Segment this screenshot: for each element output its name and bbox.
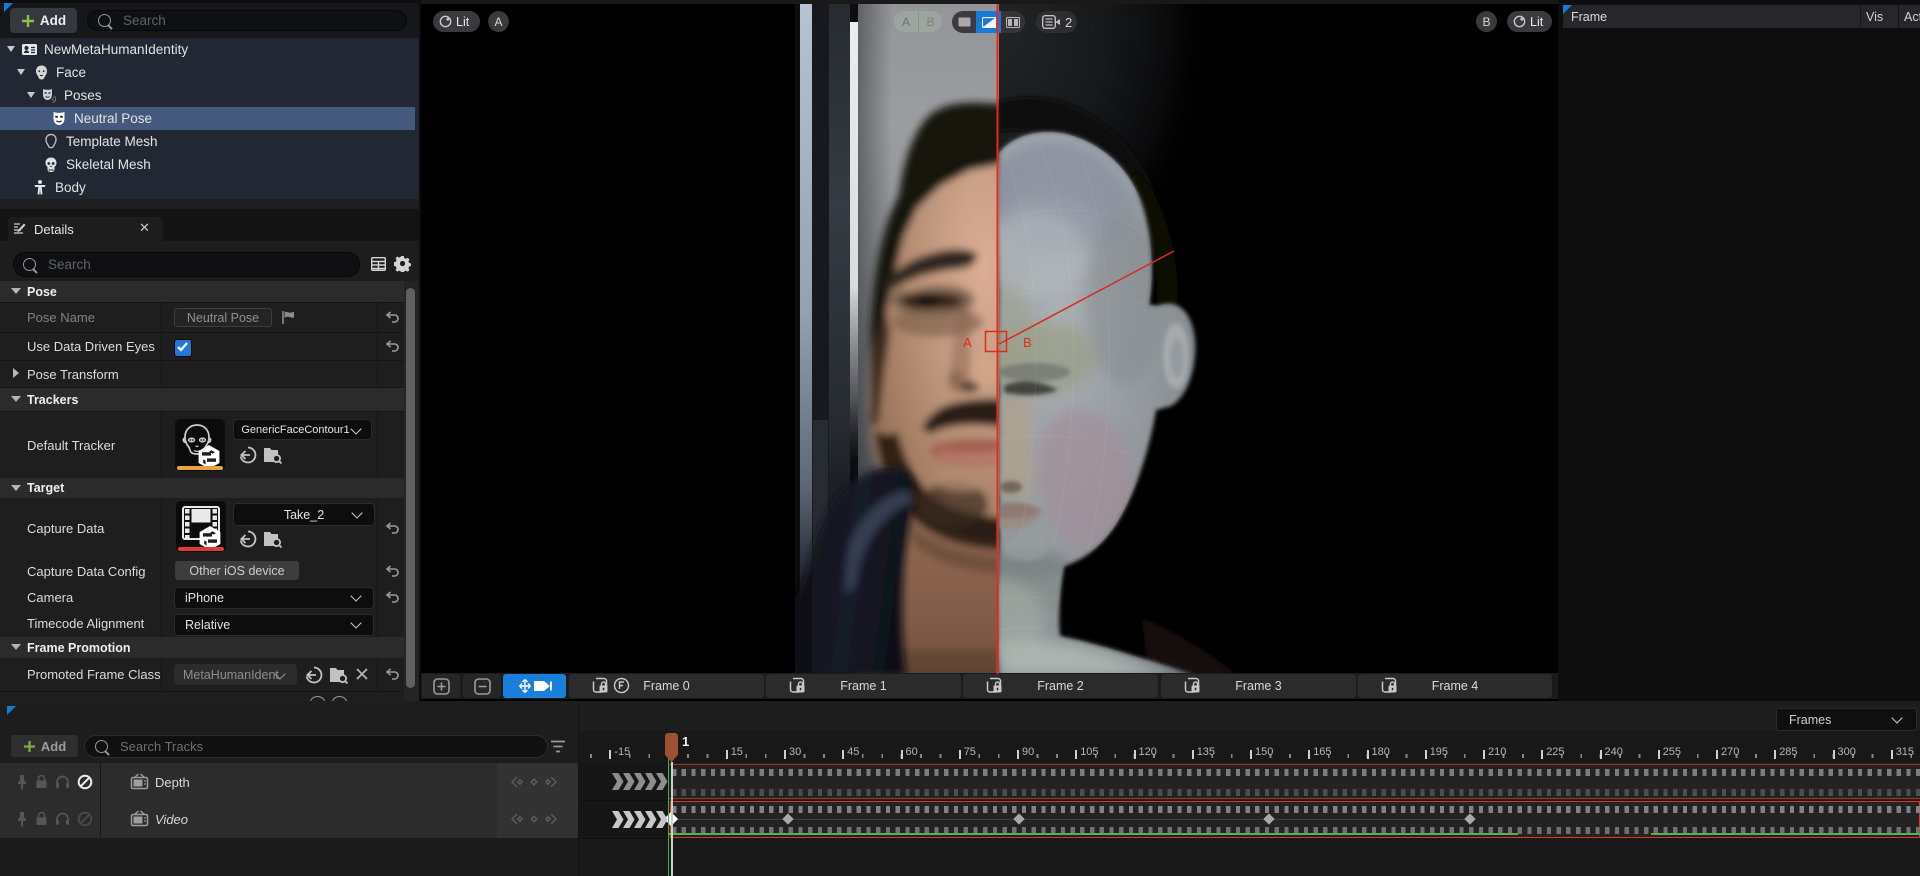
- svg-text:g: g: [52, 93, 57, 103]
